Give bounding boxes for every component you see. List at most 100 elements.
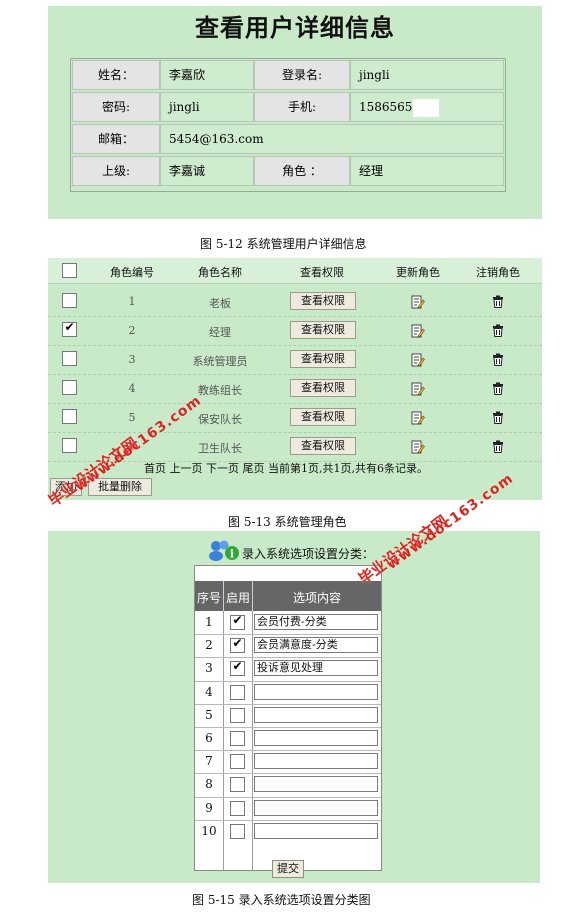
row-divider <box>195 704 381 705</box>
option-content-input[interactable] <box>254 707 378 723</box>
option-index: 10 <box>201 824 217 838</box>
phone-value: 1586565 <box>359 100 413 114</box>
option-enabled-checkbox[interactable]: ✔ <box>230 613 245 630</box>
edit-icon[interactable] <box>411 440 425 454</box>
name-value: 李嘉欣 <box>160 60 254 90</box>
role-name: 经理 <box>209 326 231 339</box>
header-role-id: 角色编号 <box>110 266 154 279</box>
option-content-input[interactable] <box>254 684 378 700</box>
option-content-input[interactable]: 投诉意见处理 <box>254 660 378 676</box>
role-row-checkbox[interactable]: ✔ <box>62 320 77 337</box>
phone-cell: 1586565 <box>350 92 504 122</box>
trash-icon[interactable] <box>492 382 504 395</box>
checkmark-icon: ✔ <box>232 659 243 673</box>
edit-icon[interactable] <box>411 411 425 425</box>
header-enabled: 启用 <box>225 591 250 605</box>
option-enabled-checkbox[interactable] <box>230 685 245 700</box>
option-index: 8 <box>205 777 213 791</box>
option-enabled-checkbox[interactable] <box>230 777 245 792</box>
option-enabled-checkbox[interactable]: ✔ <box>230 659 245 676</box>
user-detail-panel: 查看用户详细信息 姓名： 李嘉欣 登录名: jingli 密码: jingli … <box>48 6 542 219</box>
view-permission-button[interactable]: 查看权限 <box>290 437 356 455</box>
option-index: 2 <box>205 638 213 652</box>
option-table-header: 序号 启用 选项内容 <box>195 581 381 611</box>
email-label: 邮箱： <box>72 124 160 154</box>
header-update-role: 更新角色 <box>396 266 440 279</box>
trash-icon[interactable] <box>492 295 504 308</box>
row-divider <box>195 681 381 682</box>
header-view-permission: 查看权限 <box>300 266 344 279</box>
row-divider <box>48 316 542 317</box>
edit-icon[interactable] <box>411 353 425 367</box>
figure-caption-5-13: 图 5-13 系统管理角色 <box>228 515 347 529</box>
login-label: 登录名: <box>254 60 350 90</box>
superior-label: 上级: <box>72 156 160 186</box>
role-row-checkbox[interactable] <box>62 351 77 366</box>
row-divider <box>195 634 381 635</box>
user-detail-title: 查看用户详细信息 <box>195 14 395 42</box>
option-content-input[interactable] <box>254 823 378 839</box>
option-category-panel: i 录入系统选项设置分类： 序号 启用 选项内容 1 ✔ 会员付费-分类 2 ✔ 会员满意… <box>48 531 540 883</box>
header-divider <box>252 581 253 611</box>
role-table-header: 角色编号 角色名称 查看权限 更新角色 注销角色 <box>48 258 542 284</box>
role-row-checkbox[interactable] <box>62 380 77 395</box>
view-permission-button[interactable]: 查看权限 <box>290 292 356 310</box>
column-divider <box>252 611 253 870</box>
option-content-input[interactable]: 会员付费-分类 <box>254 614 378 630</box>
row-divider <box>48 374 542 375</box>
option-index: 5 <box>205 708 213 722</box>
option-index: 7 <box>205 754 213 768</box>
option-enabled-checkbox[interactable] <box>230 731 245 746</box>
view-permission-button[interactable]: 查看权限 <box>290 408 356 426</box>
option-enabled-checkbox[interactable] <box>230 754 245 769</box>
option-index: 6 <box>205 731 213 745</box>
option-enabled-checkbox[interactable]: ✔ <box>230 636 245 653</box>
select-all-checkbox[interactable] <box>62 263 77 278</box>
edit-icon[interactable] <box>411 295 425 309</box>
role-label: 角色 ： <box>254 156 350 186</box>
role-row-checkbox[interactable] <box>62 293 77 308</box>
option-content-input[interactable]: 会员满意度-分类 <box>254 637 378 653</box>
pagination[interactable]: 首页 上一页 下一页 尾页 当前第1页,共1页,共有6条记录。 <box>144 460 428 476</box>
checkmark-icon: ✔ <box>64 320 75 334</box>
option-enabled-checkbox[interactable] <box>230 708 245 723</box>
row-divider <box>48 403 542 404</box>
role-row-checkbox[interactable] <box>62 409 77 424</box>
email-value: 5454@163.com <box>160 124 504 154</box>
phone-redaction <box>413 98 440 117</box>
submit-button[interactable]: 提交 <box>272 860 304 878</box>
role-id: 3 <box>128 353 136 366</box>
view-permission-button[interactable]: 查看权限 <box>290 379 356 397</box>
trash-icon[interactable] <box>492 353 504 366</box>
checkmark-icon: ✔ <box>232 613 243 627</box>
option-content-input[interactable] <box>254 730 378 746</box>
option-content-input[interactable] <box>254 776 378 792</box>
header-content: 选项内容 <box>292 591 341 605</box>
option-enabled-checkbox[interactable] <box>230 824 245 839</box>
option-enabled-checkbox[interactable] <box>230 801 245 816</box>
role-name: 老板 <box>209 297 231 310</box>
trash-icon[interactable] <box>492 324 504 337</box>
row-divider <box>48 432 542 433</box>
password-value: jingli <box>160 92 254 122</box>
checkmark-icon: ✔ <box>232 636 243 650</box>
view-permission-button[interactable]: 查看权限 <box>290 321 356 339</box>
edit-icon[interactable] <box>411 324 425 338</box>
option-content-input[interactable] <box>254 753 378 769</box>
row-divider <box>195 797 381 798</box>
view-permission-button[interactable]: 查看权限 <box>290 350 356 368</box>
role-name: 卫生队长 <box>198 442 242 455</box>
svg-text:i: i <box>230 548 234 561</box>
role-row-checkbox[interactable] <box>62 438 77 453</box>
edit-icon[interactable] <box>411 382 425 396</box>
login-value: jingli <box>350 60 504 90</box>
role-id: 1 <box>128 295 136 308</box>
figure-caption-5-12: 图 5-12 系统管理用户详细信息 <box>200 237 367 251</box>
trash-icon[interactable] <box>492 411 504 424</box>
header-role-name: 角色名称 <box>198 266 242 279</box>
trash-icon[interactable] <box>492 440 504 453</box>
header-divider <box>223 581 224 611</box>
option-content-input[interactable] <box>254 800 378 816</box>
row-divider <box>195 750 381 751</box>
superior-value: 李嘉诚 <box>160 156 254 186</box>
